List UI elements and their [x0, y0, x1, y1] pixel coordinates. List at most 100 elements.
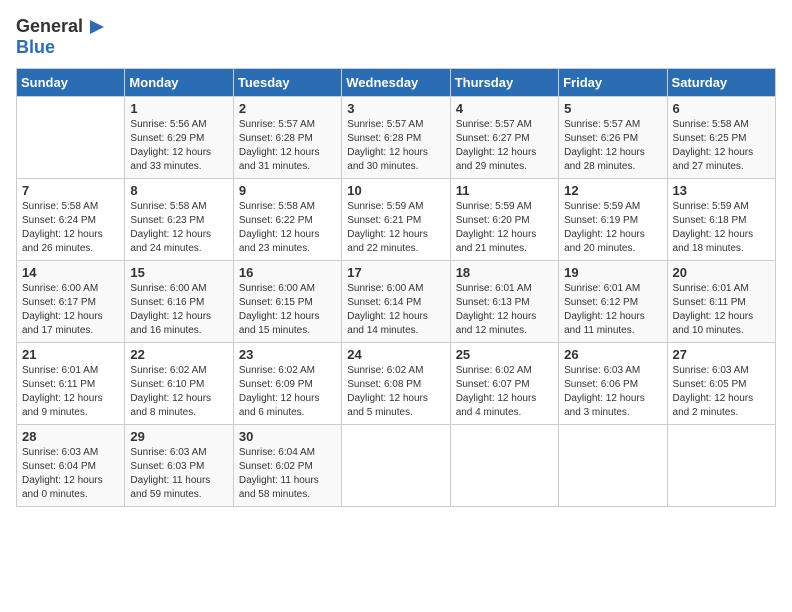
calendar-cell: 8 Sunrise: 5:58 AM Sunset: 6:23 PM Daylig… [125, 178, 233, 260]
day-number: 13 [673, 183, 770, 198]
calendar-header-row: SundayMondayTuesdayWednesdayThursdayFrid… [17, 68, 776, 96]
calendar-cell: 23Sunrise: 6:02 AM Sunset: 6:09 PM Dayli… [233, 342, 341, 424]
calendar-cell: 30 Sunrise: 6:04 AM Sunset: 6:02 PM Dayli… [233, 424, 341, 506]
calendar-cell: 25 Sunrise: 6:02 AM Sunset: 6:07 PM Dayli… [450, 342, 558, 424]
day-number: 26 [564, 347, 661, 362]
calendar-cell: 6Sunrise: 5:58 AM Sunset: 6:25 PM Daylig… [667, 96, 775, 178]
calendar-cell: 22Sunrise: 6:02 AM Sunset: 6:10 PM Dayli… [125, 342, 233, 424]
week-row-1: 7Sunrise: 5:58 AM Sunset: 6:24 PM Daylig… [17, 178, 776, 260]
day-number: 12 [564, 183, 661, 198]
day-number: 29 [130, 429, 227, 444]
calendar-cell: 2 Sunrise: 5:57 AM Sunset: 6:28 PM Daylig… [233, 96, 341, 178]
cell-info: Sunrise: 6:02 AM Sunset: 6:07 PM Dayligh… [456, 364, 553, 420]
cell-info: Sunrise: 6:00 AM Sunset: 6:14 PM Dayligh… [347, 282, 444, 338]
calendar-cell: 19 Sunrise: 6:01 AM Sunset: 6:12 PM Dayli… [559, 260, 667, 342]
cell-info: Sunrise: 5:59 AM Sunset: 6:20 PM Dayligh… [456, 200, 553, 256]
day-number: 15 [130, 265, 227, 280]
header-cell-tuesday: Tuesday [233, 68, 341, 96]
calendar-cell: 11 Sunrise: 5:59 AM Sunset: 6:20 PM Dayli… [450, 178, 558, 260]
calendar-cell: 9Sunrise: 5:58 AM Sunset: 6:22 PM Daylig… [233, 178, 341, 260]
calendar-cell [17, 96, 125, 178]
calendar-cell: 13 Sunrise: 5:59 AM Sunset: 6:18 PM Dayli… [667, 178, 775, 260]
day-number: 27 [673, 347, 770, 362]
day-number: 18 [456, 265, 553, 280]
day-number: 28 [22, 429, 119, 444]
logo-arrow-icon [86, 16, 108, 38]
calendar-cell [342, 424, 450, 506]
logo-text-general: General [16, 17, 83, 37]
day-number: 11 [456, 183, 553, 198]
cell-info: Sunrise: 6:00 AM Sunset: 6:15 PM Dayligh… [239, 282, 336, 338]
day-number: 14 [22, 265, 119, 280]
week-row-3: 21 Sunrise: 6:01 AM Sunset: 6:11 PM Dayli… [17, 342, 776, 424]
calendar-cell [667, 424, 775, 506]
calendar-cell: 26 Sunrise: 6:03 AM Sunset: 6:06 PM Dayli… [559, 342, 667, 424]
cell-info: Sunrise: 6:04 AM Sunset: 6:02 PM Dayligh… [239, 446, 336, 502]
cell-info: Sunrise: 6:02 AM Sunset: 6:10 PM Dayligh… [130, 364, 227, 420]
cell-info: Sunrise: 5:58 AM Sunset: 6:24 PM Dayligh… [22, 200, 119, 256]
day-number: 3 [347, 101, 444, 116]
calendar-cell: 16 Sunrise: 6:00 AM Sunset: 6:15 PM Dayli… [233, 260, 341, 342]
cell-info: Sunrise: 6:00 AM Sunset: 6:17 PM Dayligh… [22, 282, 119, 338]
calendar-cell: 20 Sunrise: 6:01 AM Sunset: 6:11 PM Dayli… [667, 260, 775, 342]
day-number: 4 [456, 101, 553, 116]
day-number: 10 [347, 183, 444, 198]
week-row-4: 28 Sunrise: 6:03 AM Sunset: 6:04 PM Dayli… [17, 424, 776, 506]
cell-info: Sunrise: 5:58 AM Sunset: 6:23 PM Dayligh… [130, 200, 227, 256]
cell-info: Sunrise: 6:02 AM Sunset: 6:08 PM Dayligh… [347, 364, 444, 420]
header-cell-thursday: Thursday [450, 68, 558, 96]
cell-info: Sunrise: 6:03 AM Sunset: 6:05 PM Dayligh… [673, 364, 770, 420]
cell-info: Sunrise: 5:59 AM Sunset: 6:21 PM Dayligh… [347, 200, 444, 256]
cell-info: Sunrise: 5:59 AM Sunset: 6:18 PM Dayligh… [673, 200, 770, 256]
calendar-cell: 3 Sunrise: 5:57 AM Sunset: 6:28 PM Daylig… [342, 96, 450, 178]
calendar-cell [559, 424, 667, 506]
day-number: 17 [347, 265, 444, 280]
day-number: 8 [130, 183, 227, 198]
day-number: 21 [22, 347, 119, 362]
cell-info: Sunrise: 6:03 AM Sunset: 6:03 PM Dayligh… [130, 446, 227, 502]
cell-info: Sunrise: 6:03 AM Sunset: 6:04 PM Dayligh… [22, 446, 119, 502]
cell-info: Sunrise: 5:58 AM Sunset: 6:22 PM Dayligh… [239, 200, 336, 256]
cell-info: Sunrise: 6:01 AM Sunset: 6:11 PM Dayligh… [673, 282, 770, 338]
day-number: 24 [347, 347, 444, 362]
calendar-table: SundayMondayTuesdayWednesdayThursdayFrid… [16, 68, 776, 507]
header-cell-wednesday: Wednesday [342, 68, 450, 96]
calendar-cell: 24 Sunrise: 6:02 AM Sunset: 6:08 PM Dayli… [342, 342, 450, 424]
day-number: 19 [564, 265, 661, 280]
cell-info: Sunrise: 6:01 AM Sunset: 6:11 PM Dayligh… [22, 364, 119, 420]
cell-info: Sunrise: 6:01 AM Sunset: 6:12 PM Dayligh… [564, 282, 661, 338]
day-number: 2 [239, 101, 336, 116]
calendar-cell: 18 Sunrise: 6:01 AM Sunset: 6:13 PM Dayli… [450, 260, 558, 342]
calendar-cell: 29 Sunrise: 6:03 AM Sunset: 6:03 PM Dayli… [125, 424, 233, 506]
day-number: 20 [673, 265, 770, 280]
cell-info: Sunrise: 5:58 AM Sunset: 6:25 PM Dayligh… [673, 118, 770, 174]
header-cell-sunday: Sunday [17, 68, 125, 96]
day-number: 23 [239, 347, 336, 362]
cell-info: Sunrise: 6:01 AM Sunset: 6:13 PM Dayligh… [456, 282, 553, 338]
day-number: 25 [456, 347, 553, 362]
cell-info: Sunrise: 5:57 AM Sunset: 6:28 PM Dayligh… [347, 118, 444, 174]
calendar-cell: 7Sunrise: 5:58 AM Sunset: 6:24 PM Daylig… [17, 178, 125, 260]
cell-info: Sunrise: 5:57 AM Sunset: 6:28 PM Dayligh… [239, 118, 336, 174]
calendar-cell: 12Sunrise: 5:59 AM Sunset: 6:19 PM Dayli… [559, 178, 667, 260]
cell-info: Sunrise: 5:56 AM Sunset: 6:29 PM Dayligh… [130, 118, 227, 174]
cell-info: Sunrise: 5:57 AM Sunset: 6:27 PM Dayligh… [456, 118, 553, 174]
day-number: 30 [239, 429, 336, 444]
header-cell-monday: Monday [125, 68, 233, 96]
day-number: 1 [130, 101, 227, 116]
day-number: 16 [239, 265, 336, 280]
calendar-cell: 1 Sunrise: 5:56 AM Sunset: 6:29 PM Daylig… [125, 96, 233, 178]
calendar-cell: 17 Sunrise: 6:00 AM Sunset: 6:14 PM Dayli… [342, 260, 450, 342]
week-row-0: 1 Sunrise: 5:56 AM Sunset: 6:29 PM Daylig… [17, 96, 776, 178]
logo-container: General Blue [16, 16, 108, 58]
calendar-cell: 14 Sunrise: 6:00 AM Sunset: 6:17 PM Dayli… [17, 260, 125, 342]
header-cell-saturday: Saturday [667, 68, 775, 96]
cell-info: Sunrise: 5:57 AM Sunset: 6:26 PM Dayligh… [564, 118, 661, 174]
calendar-cell: 28 Sunrise: 6:03 AM Sunset: 6:04 PM Dayli… [17, 424, 125, 506]
cell-info: Sunrise: 6:03 AM Sunset: 6:06 PM Dayligh… [564, 364, 661, 420]
calendar-cell: 15 Sunrise: 6:00 AM Sunset: 6:16 PM Dayli… [125, 260, 233, 342]
calendar-cell: 10 Sunrise: 5:59 AM Sunset: 6:21 PM Dayli… [342, 178, 450, 260]
cell-info: Sunrise: 6:00 AM Sunset: 6:16 PM Dayligh… [130, 282, 227, 338]
calendar-cell [450, 424, 558, 506]
logo-text-blue: Blue [16, 38, 55, 58]
